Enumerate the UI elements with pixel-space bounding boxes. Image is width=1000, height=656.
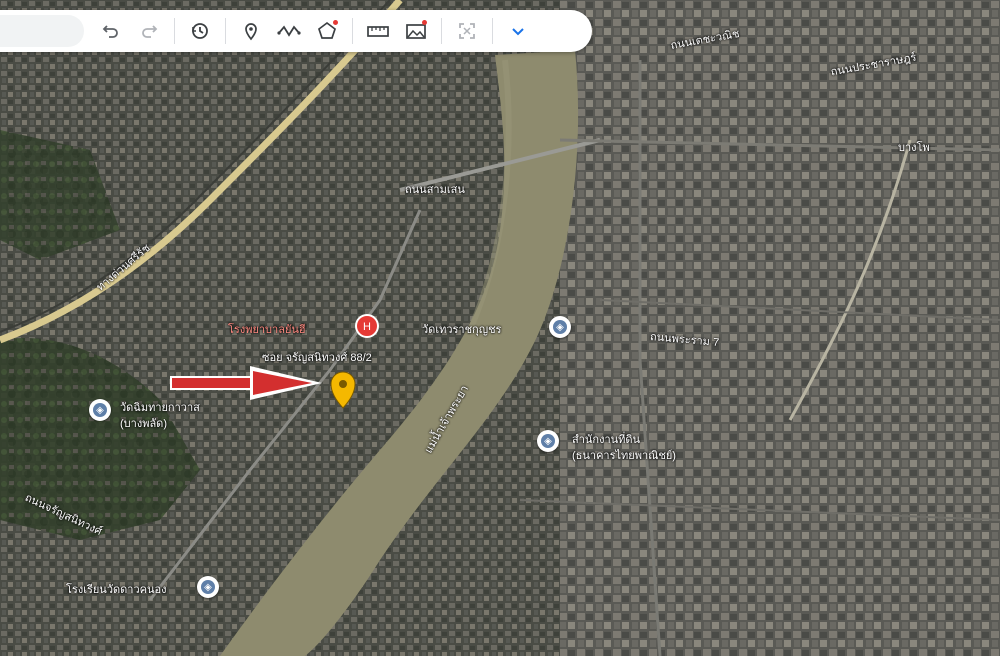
new-badge xyxy=(333,20,338,25)
ruler-icon xyxy=(367,26,389,37)
label-hospital: โรงพยาบาลยันฮี xyxy=(228,324,306,336)
school-icon: ◈ xyxy=(201,580,215,594)
chevron-down-icon xyxy=(512,28,524,36)
label-land-dept-2: (ธนาคารไทยพาณิชย์) xyxy=(572,450,676,462)
redo-icon xyxy=(142,25,158,38)
temple-icon: ◈ xyxy=(553,320,567,334)
label-wat-left-2: (บางพลัด) xyxy=(120,418,167,430)
svg-text:H: H xyxy=(363,321,371,333)
path-icon xyxy=(277,25,301,37)
undo-button[interactable] xyxy=(92,12,130,50)
draw-polygon-button[interactable] xyxy=(308,12,346,50)
history-icon xyxy=(192,23,208,39)
poi-wat-left[interactable]: ◈ xyxy=(89,399,111,421)
label-bang-po: บางโพ xyxy=(898,142,930,154)
measure-button[interactable] xyxy=(359,12,397,50)
fullscreen-icon xyxy=(459,23,475,39)
temple-icon: ◈ xyxy=(93,403,107,417)
add-placemark-button[interactable] xyxy=(232,12,270,50)
label-soi: ซอย จรัญสนิทวงศ์ 88/2 xyxy=(262,352,372,364)
label-bottom-left: โรงเรียนวัดดาวคนอง xyxy=(66,584,167,596)
new-badge xyxy=(422,20,427,25)
redo-button[interactable] xyxy=(130,12,168,50)
history-button[interactable] xyxy=(181,12,219,50)
pin-icon xyxy=(245,23,257,41)
map-toolbar xyxy=(0,10,592,52)
poi-land-dept[interactable]: ◈ xyxy=(537,430,559,452)
poi-wat-right[interactable]: ◈ xyxy=(549,316,571,338)
undo-icon xyxy=(102,25,118,38)
more-button[interactable] xyxy=(499,12,537,50)
fullscreen-button[interactable] xyxy=(448,12,486,50)
search-input[interactable] xyxy=(0,15,84,47)
building-icon: ◈ xyxy=(541,434,555,448)
label-road-top: ถนนสามเสน xyxy=(405,184,465,196)
draw-path-button[interactable] xyxy=(270,12,308,50)
label-wat-right: วัดเทวราชกุญชร xyxy=(422,324,502,336)
hospital-marker[interactable]: H xyxy=(355,314,379,338)
poi-bottom-left[interactable]: ◈ xyxy=(197,576,219,598)
capture-button[interactable] xyxy=(397,12,435,50)
